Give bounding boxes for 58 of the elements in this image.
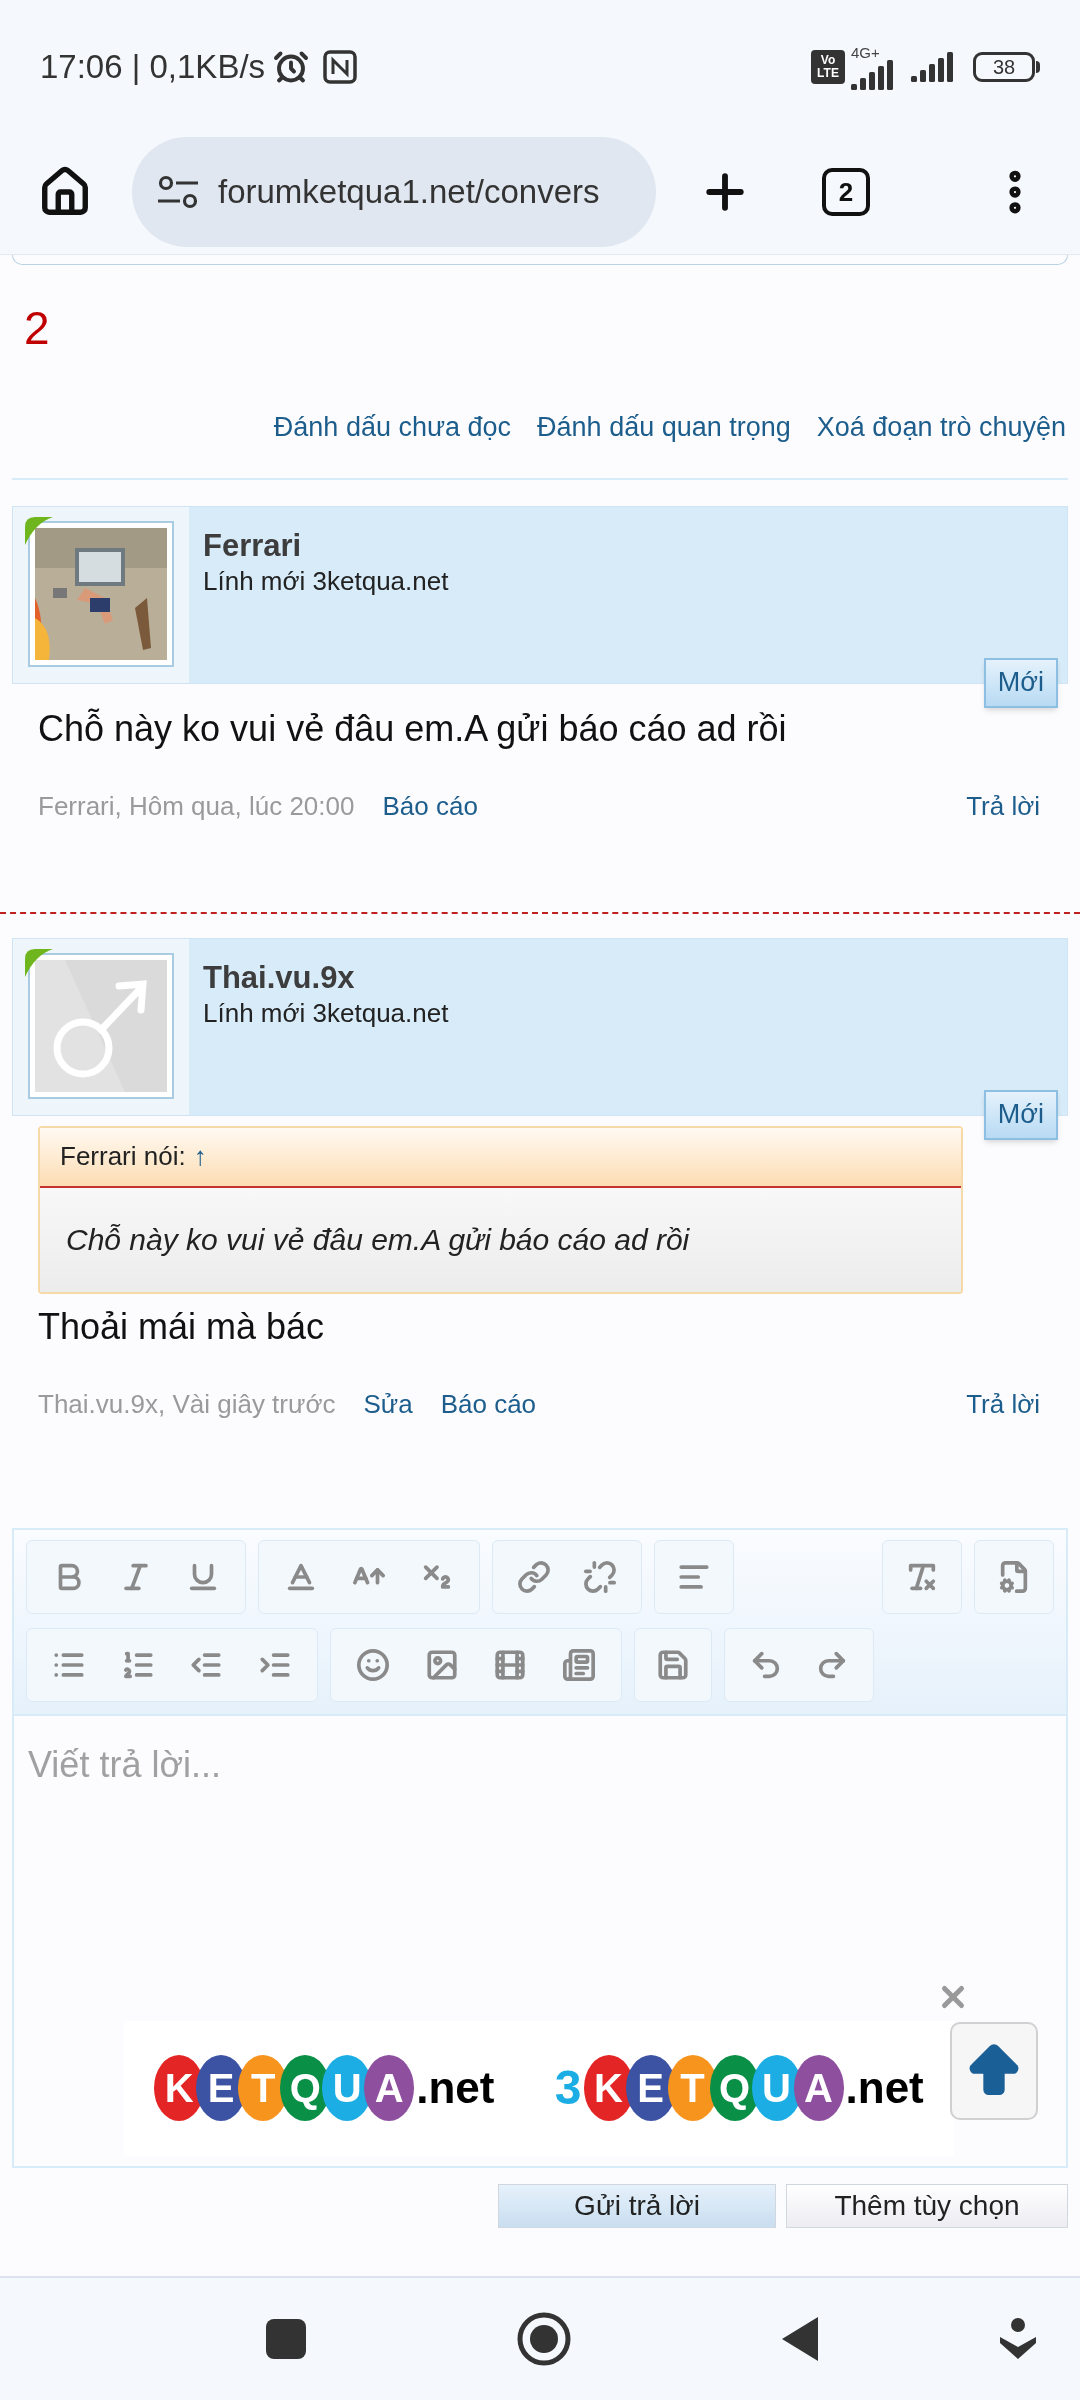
user-title: Lính mới 3ketqua.net xyxy=(203,565,449,598)
quote-jump-link[interactable]: ↑ xyxy=(193,1137,207,1176)
conversation-action-link[interactable]: Xoá đoạn trò chuyện xyxy=(816,407,1066,448)
volte-badge: Vo LTE xyxy=(811,50,845,84)
send-reply-button[interactable]: Gửi trả lời xyxy=(498,2183,776,2228)
message-link[interactable]: Báo cáo xyxy=(382,786,478,826)
quote-author: Ferrari nói: xyxy=(60,1140,186,1173)
signal-icon xyxy=(911,52,955,82)
tab-count-button[interactable]: 2 xyxy=(822,168,870,216)
author-name[interactable]: Thai.vu.9x xyxy=(203,958,449,998)
battery-tip-icon xyxy=(1036,61,1040,73)
quote-text: Chỗ này ko vui vẻ đâu em.A gửi báo cáo ad rồi xyxy=(66,1222,690,1258)
conversation-action-link[interactable]: Đánh dấu chưa đọc xyxy=(273,407,512,448)
reply-link[interactable]: Trả lời xyxy=(966,1384,1040,1424)
message-meta: Ferrari, Hôm qua, lúc 20:00 xyxy=(38,789,355,823)
status-time: 17:06 | 0,1KB/s xyxy=(40,47,266,88)
recents-icon[interactable] xyxy=(266,2319,306,2359)
reply-link[interactable]: Trả lời xyxy=(966,786,1040,826)
message-meta: Thai.vu.9x, Vài giây trước xyxy=(38,1387,336,1421)
new-badge: Mới xyxy=(983,1089,1058,1140)
corner-leaf-icon xyxy=(25,516,53,545)
alarm-icon xyxy=(273,49,310,85)
male-avatar-icon xyxy=(35,959,167,1092)
signal-icon xyxy=(851,59,895,90)
film-icon[interactable] xyxy=(493,1647,528,1682)
logo-letter: A xyxy=(364,2055,415,2121)
new-badge: Mới xyxy=(983,657,1058,708)
message-link[interactable]: Báo cáo xyxy=(440,1384,537,1424)
home-circle-icon[interactable] xyxy=(516,2311,572,2367)
url-text: forumketqua1.net/convers xyxy=(218,172,600,213)
logo-letter: A xyxy=(793,2055,844,2121)
logo-digit: 3 xyxy=(554,2060,582,2116)
placeholder-text: Viết trả lời... xyxy=(28,1743,221,1785)
back-icon[interactable] xyxy=(780,2315,820,2363)
image-icon[interactable] xyxy=(424,1647,459,1682)
address-bar[interactable]: forumketqua1.net/convers xyxy=(132,137,656,247)
message-link[interactable]: Sửa xyxy=(363,1384,413,1424)
unlink-icon[interactable] xyxy=(583,1559,617,1594)
logo-suffix: .net xyxy=(416,2062,495,2114)
battery-level: 38 xyxy=(973,52,1035,82)
newspaper-icon[interactable] xyxy=(561,1647,596,1682)
logo-suffix: .net xyxy=(845,2062,924,2114)
save-icon[interactable] xyxy=(656,1647,690,1682)
more-options-button[interactable]: Thêm tùy chọn xyxy=(786,2183,1068,2228)
author-name[interactable]: Ferrari xyxy=(203,526,449,566)
message-text: Thoải mái mà bác xyxy=(37,1304,326,1349)
link-icon[interactable] xyxy=(517,1559,551,1594)
corner-leaf-icon xyxy=(25,948,53,977)
keyboard-hide-icon[interactable] xyxy=(998,2317,1038,2361)
reply-count: 2 xyxy=(24,305,51,351)
message-text: Chỗ này ko vui vẻ đâu em.A gửi báo cáo ad rồi xyxy=(37,706,788,751)
nfc-icon xyxy=(323,50,358,84)
user-title: Lính mới 3ketqua.net xyxy=(203,997,449,1030)
network-type: 4G+ xyxy=(851,44,880,60)
scroll-top-button[interactable] xyxy=(950,2021,1038,2120)
smile-icon[interactable] xyxy=(356,1647,391,1682)
conversation-action-link[interactable]: Đánh dấu quan trọng xyxy=(537,407,791,448)
site-settings-icon[interactable] xyxy=(156,174,200,210)
